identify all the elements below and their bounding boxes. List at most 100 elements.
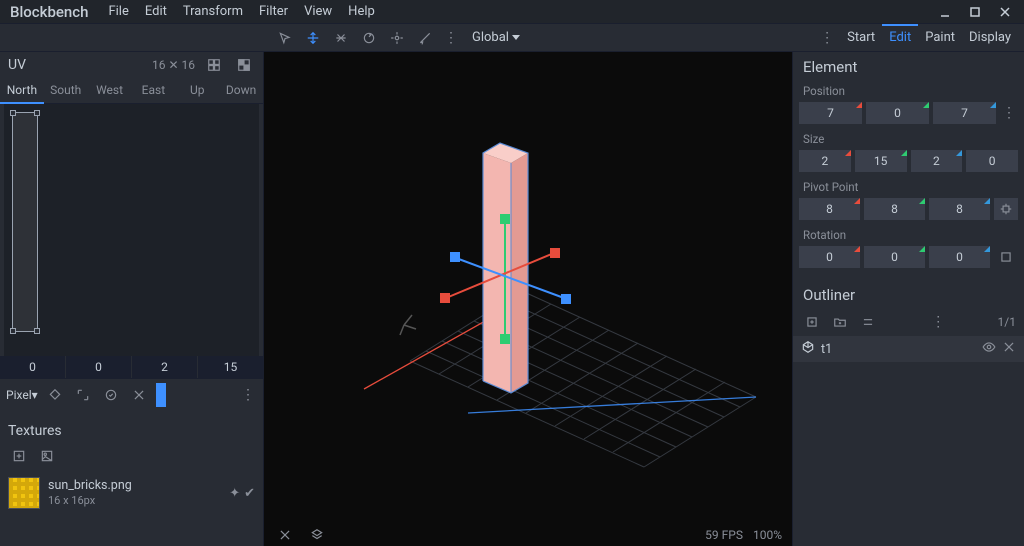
rotation-x-input[interactable]: 0	[799, 246, 860, 268]
texture-item[interactable]: sun_bricks.png 16 x 16px ✦ ✔	[0, 471, 263, 515]
add-group-icon[interactable]	[829, 311, 851, 333]
cursor-tool-icon[interactable]	[274, 27, 296, 49]
menu-help[interactable]: Help	[340, 2, 383, 21]
uv-face-west[interactable]: West	[88, 78, 132, 103]
mode-tab-start[interactable]: Start	[840, 26, 882, 49]
outliner-more-icon[interactable]	[931, 314, 945, 330]
uv-value-x2[interactable]: 2	[132, 356, 198, 378]
rescale-checkbox[interactable]	[994, 246, 1018, 268]
uv-canvas[interactable]	[4, 104, 259, 356]
toolbar: Global Start Edit Paint Display	[0, 24, 1024, 52]
mode-tabs: Start Edit Paint Display	[814, 26, 1018, 49]
visibility-icon[interactable]	[982, 340, 996, 358]
uv-checker-icon[interactable]	[233, 54, 255, 76]
menu-view[interactable]: View	[296, 2, 340, 21]
uv-face-north[interactable]: North	[0, 78, 44, 104]
uv-fill-icon[interactable]	[44, 384, 66, 406]
texture-saved-icon: ✔	[244, 486, 255, 501]
uv-max-icon[interactable]	[72, 384, 94, 406]
position-x-input[interactable]: 7	[799, 102, 862, 124]
size-z-input[interactable]: 2	[911, 150, 963, 172]
outliner-tools: 1/1	[793, 308, 1024, 336]
outliner-count: 1/1	[998, 315, 1016, 329]
uv-value-x1[interactable]: 0	[0, 356, 66, 378]
pivot-z-input[interactable]: 8	[929, 198, 990, 220]
cube-icon	[801, 340, 815, 358]
textures-panel-title: Textures	[0, 417, 263, 445]
resize-tool-icon[interactable]	[330, 27, 352, 49]
maximize-button[interactable]	[960, 1, 990, 23]
uv-face-tabs: North South West East Up Down	[0, 78, 263, 104]
uv-resolution: 16 ✕ 16	[152, 58, 195, 72]
pivot-label: Pivot Point	[793, 176, 1024, 196]
pivot-tool-icon[interactable]	[386, 27, 408, 49]
rotation-label: Rotation	[793, 224, 1024, 244]
outliner-toggle-icon[interactable]	[857, 311, 879, 333]
chevron-down-icon	[512, 35, 520, 40]
menubar: Blockbench File Edit Transform Filter Vi…	[0, 0, 1024, 24]
mode-tab-display[interactable]: Display	[962, 26, 1018, 49]
mode-tab-paint[interactable]: Paint	[918, 26, 962, 49]
delete-item-icon[interactable]	[1002, 340, 1016, 358]
size-y-input[interactable]: 15	[855, 150, 907, 172]
texture-thumbnail	[8, 477, 40, 509]
uv-value-y1[interactable]: 0	[66, 356, 132, 378]
uv-selection-rect[interactable]	[12, 112, 38, 332]
main-area: UV 16 ✕ 16 North South West East Up Down…	[0, 52, 1024, 546]
rotation-z-input[interactable]: 0	[929, 246, 990, 268]
toggle-ground-icon[interactable]	[306, 524, 328, 546]
pivot-y-input[interactable]: 8	[864, 198, 925, 220]
tools-more-icon[interactable]	[442, 30, 460, 46]
rotate-tool-icon[interactable]	[358, 27, 380, 49]
uv-face-east[interactable]: East	[131, 78, 175, 103]
menu-filter[interactable]: Filter	[251, 2, 296, 21]
toggle-sidebar-icon[interactable]	[274, 524, 296, 546]
window-controls	[930, 1, 1020, 23]
position-label: Position	[793, 80, 1024, 100]
menu-edit[interactable]: Edit	[137, 2, 175, 21]
uv-grid-icon[interactable]	[203, 54, 225, 76]
color-swatch[interactable]	[156, 383, 166, 407]
outliner-item-name: t1	[821, 342, 832, 357]
coordinate-space-dropdown[interactable]: Global	[466, 30, 526, 45]
uv-face-south[interactable]: South	[44, 78, 88, 103]
uv-pixel-dropdown[interactable]: Pixel▾	[6, 388, 38, 402]
uv-value-y2[interactable]: 15	[198, 356, 263, 378]
add-cube-icon[interactable]	[801, 311, 823, 333]
position-more-icon[interactable]	[1000, 105, 1018, 121]
app-title: Blockbench	[4, 3, 100, 21]
uv-panel: UV 16 ✕ 16 North South West East Up Down…	[0, 52, 264, 546]
uv-tools-more-icon[interactable]	[239, 387, 257, 403]
menu-file[interactable]: File	[100, 2, 136, 21]
pivot-x-input[interactable]: 8	[799, 198, 860, 220]
texture-particle-icon[interactable]: ✦	[229, 486, 240, 501]
rotation-y-input[interactable]: 0	[864, 246, 925, 268]
center-pivot-icon[interactable]	[994, 198, 1018, 220]
minimize-button[interactable]	[930, 1, 960, 23]
vertex-snap-icon[interactable]	[414, 27, 436, 49]
textures-panel: Textures sun_bricks.png 16 x 16px ✦ ✔	[0, 417, 263, 546]
3d-viewport[interactable]	[264, 52, 792, 524]
position-y-input[interactable]: 0	[866, 102, 929, 124]
right-panel: Element Position 7 0 7 Size 2 15 2 0 Piv…	[792, 52, 1024, 546]
import-texture-icon[interactable]	[36, 445, 58, 467]
outliner-item[interactable]: t1	[793, 336, 1024, 362]
mode-tabs-more-icon[interactable]	[814, 30, 840, 46]
uv-clear-icon[interactable]	[128, 384, 150, 406]
coordinate-space-label: Global	[472, 30, 509, 45]
texture-dimensions: 16 x 16px	[48, 494, 132, 508]
inflate-input[interactable]: 0	[966, 150, 1018, 172]
size-x-input[interactable]: 2	[799, 150, 851, 172]
add-texture-icon[interactable]	[8, 445, 30, 467]
uv-auto-icon[interactable]	[100, 384, 122, 406]
element-panel-title: Element	[793, 52, 1024, 80]
mode-tab-edit[interactable]: Edit	[882, 24, 918, 49]
close-button[interactable]	[990, 1, 1020, 23]
fps-counter: 59 FPS	[705, 528, 743, 542]
move-tool-icon[interactable]	[302, 27, 324, 49]
uv-face-down[interactable]: Down	[219, 78, 263, 103]
size-label: Size	[793, 128, 1024, 148]
menu-transform[interactable]: Transform	[175, 2, 251, 21]
position-z-input[interactable]: 7	[933, 102, 996, 124]
uv-face-up[interactable]: Up	[175, 78, 219, 103]
